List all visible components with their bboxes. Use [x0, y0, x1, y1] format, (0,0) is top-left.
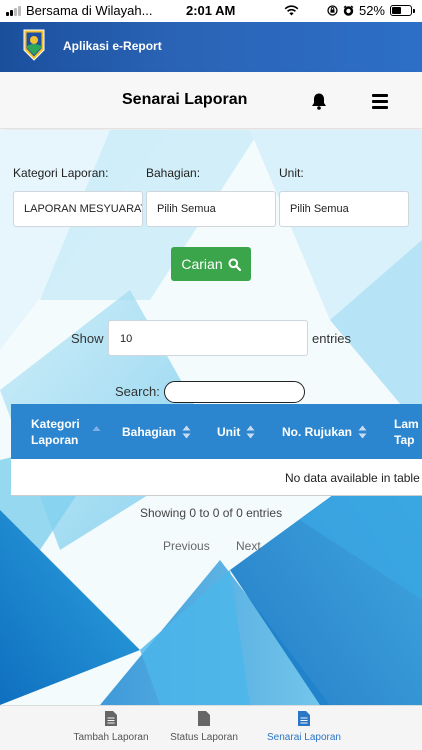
report-table: Kategori Laporan Bahagian Unit No. Rujuk… — [11, 404, 422, 496]
column-label: Kategori Laporan — [31, 416, 80, 447]
unit-select[interactable]: Pilih Semua — [279, 191, 409, 227]
search-label: Search: — [115, 384, 160, 399]
carrier-name: Bersama di Wilayah... — [26, 3, 153, 18]
tab-senarai-laporan[interactable]: Senarai Laporan — [256, 706, 352, 750]
signal-icon — [6, 5, 21, 16]
entries-label: entries — [312, 331, 352, 346]
page-title: Senarai Laporan — [122, 91, 248, 108]
tab-label: Tambah Laporan — [73, 732, 149, 743]
carian-button-label: Carian — [181, 256, 223, 272]
main-content: Kategori Laporan: Bahagian: Unit: LAPORA… — [0, 130, 422, 705]
table-header: Kategori Laporan Bahagian Unit No. Rujuk… — [11, 404, 422, 459]
bahagian-label: Bahagian: — [146, 166, 201, 180]
carian-button[interactable]: Carian — [171, 247, 251, 281]
column-kategori-laporan[interactable]: Kategori Laporan — [31, 404, 121, 459]
sort-icon — [246, 425, 255, 438]
empty-table-message: No data available in table — [285, 471, 420, 485]
sort-icon — [358, 425, 367, 438]
status-time: 2:01 AM — [186, 3, 236, 18]
alarm-icon — [343, 5, 354, 16]
title-bar: Senarai Laporan — [0, 72, 422, 129]
battery-percent: 52% — [358, 3, 385, 18]
tab-status-laporan[interactable]: Status Laporan — [166, 706, 242, 750]
status-left: Bersama di Wilayah... — [6, 3, 152, 18]
column-lampiran[interactable]: Lam Tap — [394, 404, 422, 459]
tab-label: Status Laporan — [170, 732, 238, 743]
app-logo-icon — [23, 29, 45, 61]
status-right: 52% — [284, 3, 415, 18]
tab-label: Senarai Laporan — [267, 732, 341, 743]
search-icon — [228, 258, 241, 271]
show-label: Show — [71, 331, 104, 346]
kategori-select[interactable]: LAPORAN MESYUARAT — [13, 191, 143, 227]
app-title: Aplikasi e-Report — [63, 39, 162, 53]
column-label: Lam Tap — [394, 416, 419, 447]
column-unit[interactable]: Unit — [217, 404, 255, 459]
previous-page-button[interactable]: Previous — [163, 539, 210, 553]
kategori-label: Kategori Laporan: — [13, 166, 109, 180]
column-no-rujukan[interactable]: No. Rujukan — [282, 404, 367, 459]
status-bar: Bersama di Wilayah... 2:01 AM 52% — [0, 0, 422, 22]
unit-label: Unit: — [279, 166, 304, 180]
orientation-lock-icon — [327, 5, 338, 16]
next-page-button[interactable]: Next — [236, 539, 261, 553]
column-bahagian[interactable]: Bahagian — [122, 404, 191, 459]
table-body: No data available in table — [11, 459, 422, 496]
menu-icon[interactable] — [372, 94, 388, 109]
column-label: Unit — [217, 424, 241, 439]
app-bar: Aplikasi e-Report — [0, 22, 422, 72]
column-label: No. Rujukan — [282, 424, 353, 439]
page-length-select[interactable]: 10 — [108, 320, 308, 356]
bottom-tab-bar: Tambah Laporan Status Laporan Senarai La… — [0, 705, 422, 750]
wifi-icon — [284, 5, 299, 16]
battery-icon — [390, 5, 415, 16]
search-input[interactable] — [164, 381, 305, 403]
document-icon — [105, 711, 117, 726]
sort-icon — [182, 425, 191, 438]
tab-tambah-laporan[interactable]: Tambah Laporan — [72, 706, 150, 750]
sort-asc-icon — [92, 425, 101, 431]
document-list-icon — [298, 711, 310, 726]
table-info: Showing 0 to 0 of 0 entries — [140, 506, 283, 520]
column-label: Bahagian — [122, 424, 177, 439]
bell-icon[interactable] — [310, 92, 328, 110]
bahagian-select[interactable]: Pilih Semua — [146, 191, 276, 227]
document-icon — [198, 711, 210, 726]
